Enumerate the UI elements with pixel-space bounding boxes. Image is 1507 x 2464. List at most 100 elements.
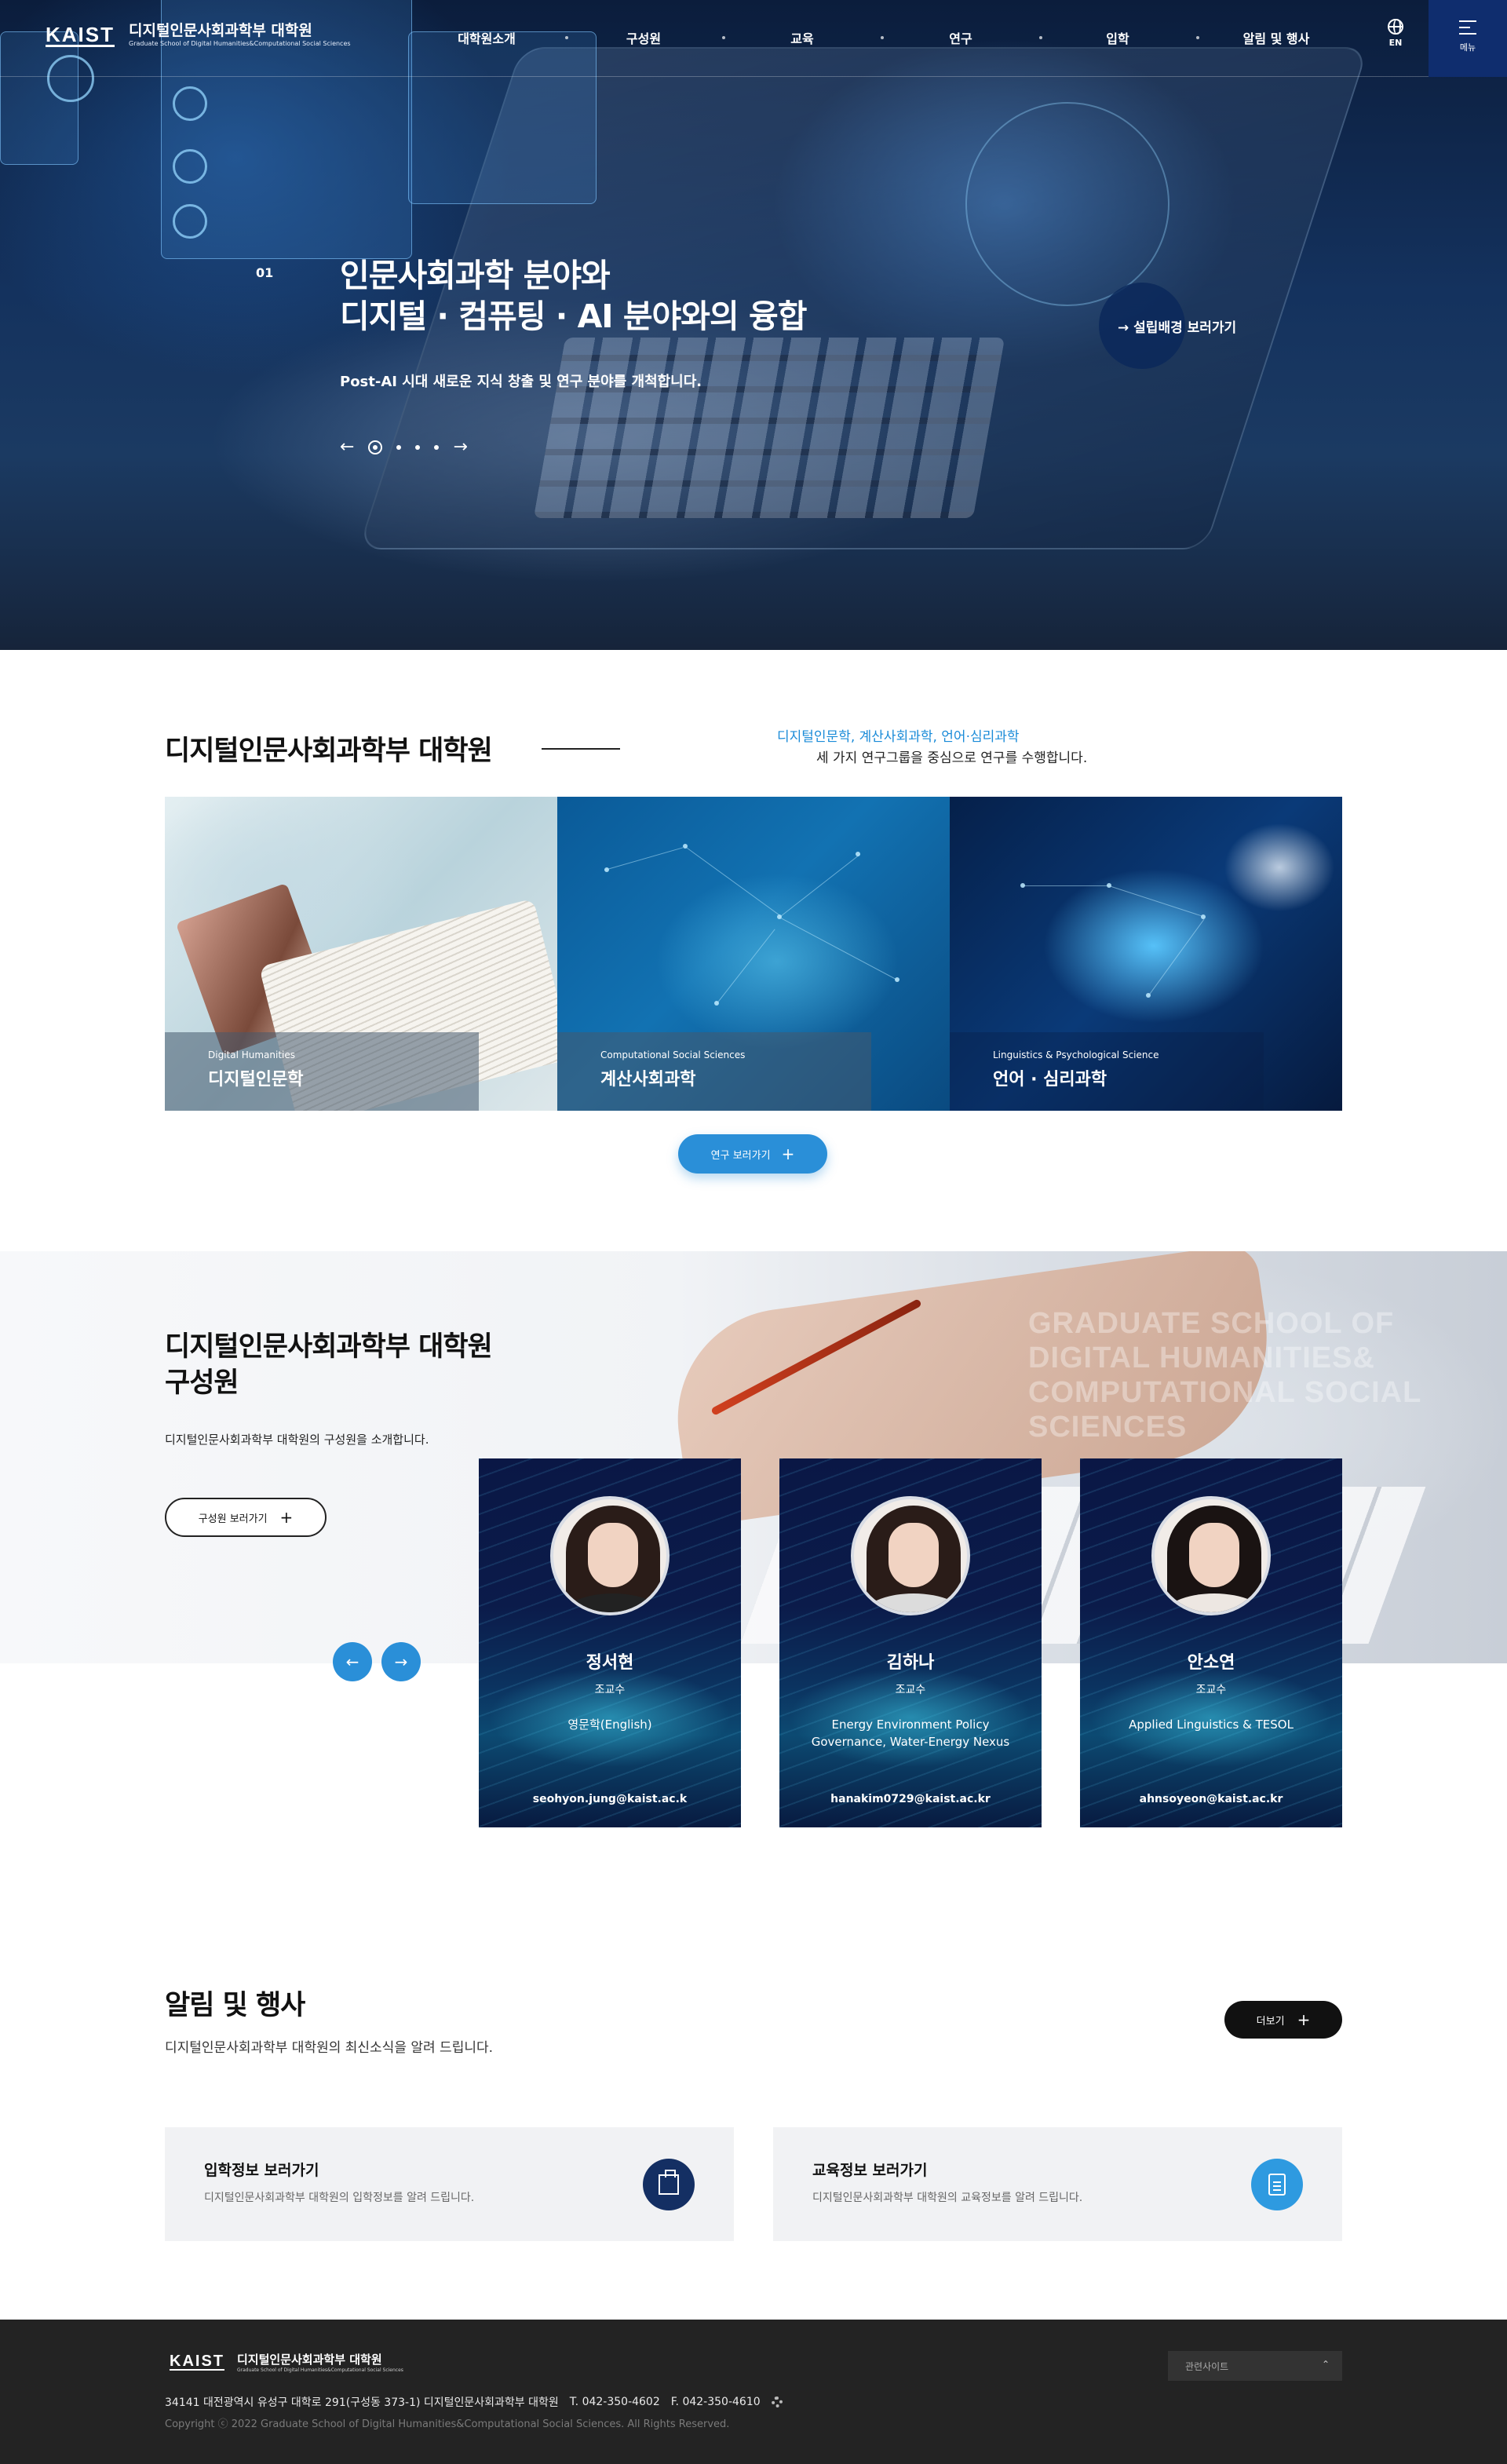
- nav-separator: [565, 36, 568, 39]
- member-field: Applied Linguistics & TESOL: [1129, 1717, 1294, 1732]
- member-email[interactable]: seohyon.jung@kaist.ac.k: [479, 1793, 741, 1805]
- watermark-line: DIGITAL HUMANITIES&: [1028, 1342, 1375, 1374]
- nav-news-events[interactable]: 알림 및 행사: [1243, 28, 1310, 47]
- nav-about[interactable]: 대학원소개: [458, 28, 516, 47]
- hero-banner: KAIST 디지털인문사회과학부 대학원 Graduate School of …: [0, 0, 1507, 650]
- network-line: [1108, 885, 1202, 917]
- gear-icon[interactable]: [771, 2396, 783, 2407]
- nav-admission[interactable]: 입학: [1106, 28, 1129, 47]
- nav-separator: [1039, 36, 1042, 39]
- card-label: Computational Social Sciences 계산사회과학: [557, 1032, 871, 1111]
- avatar-face: [1189, 1523, 1239, 1587]
- building-glyph: [659, 2170, 679, 2195]
- site-logo[interactable]: KAIST 디지털인문사회과학부 대학원 Graduate School of …: [46, 22, 351, 49]
- address-text: 34141 대전광역시 유성구 대학로 291(구성동 373-1) 디지털인문…: [165, 2396, 559, 2409]
- view-research-button[interactable]: 연구 보러가기 +: [678, 1134, 827, 1174]
- slide-dot[interactable]: [396, 445, 402, 450]
- member-name: 김하나: [886, 1653, 935, 1673]
- research-card-linguistics-psychology[interactable]: Linguistics & Psychological Science 언어 ·…: [950, 797, 1342, 1111]
- member-card[interactable]: 안소연 조교수 Applied Linguistics & TESOL ahns…: [1080, 1458, 1342, 1827]
- footer-logo-title: 디지털인문사회과학부 대학원: [237, 2353, 382, 2367]
- logo-subtitle: Graduate School of Digital Humanities&Co…: [129, 40, 351, 47]
- plus-icon: +: [781, 1144, 795, 1163]
- research-cards: Digital Humanities 디지털인문학 Computational …: [165, 797, 1342, 1111]
- member-role: 조교수: [1195, 1684, 1227, 1696]
- card-label-en: Digital Humanities: [208, 1049, 296, 1060]
- research-groups-text: 세 가지 연구그룹을 중심으로 연구를 수행합니다.: [816, 750, 1088, 766]
- logo-title: 디지털인문사회과학부 대학원: [129, 22, 312, 39]
- research-card-computational-social-sciences[interactable]: Computational Social Sciences 계산사회과학: [557, 797, 950, 1111]
- slide-dot-active[interactable]: [368, 440, 383, 454]
- view-members-label: 구성원 보러가기: [198, 1513, 268, 1525]
- plus-icon: +: [1297, 2010, 1311, 2029]
- slide-number: 01: [256, 265, 274, 280]
- hamburger-icon: [1459, 20, 1476, 35]
- menu-button[interactable]: 메뉴: [1429, 0, 1507, 77]
- hero-title: 인문사회과학 분야와 디지털 · 컴퓨팅 · AI 분야와의 융합: [340, 255, 807, 337]
- people-title: 디지털인문사회과학부 대학원 구성원: [165, 1329, 493, 1401]
- slide-dot[interactable]: [434, 445, 440, 450]
- admission-info-box[interactable]: 입학정보 보러가기 디지털인문사회과학부 대학원의 입학정보를 알려 드립니다.: [165, 2127, 734, 2241]
- view-members-button[interactable]: 구성원 보러가기 +: [165, 1498, 327, 1537]
- slide-dot[interactable]: [415, 445, 421, 450]
- background-story-button[interactable]: → 설립배경 보러가기: [1099, 283, 1236, 369]
- background-story-label: → 설립배경 보러가기: [1118, 319, 1237, 336]
- hero-subtitle: Post-AI 시대 새로운 지식 창출 및 연구 분야를 개척합니다.: [340, 374, 702, 390]
- language-switch[interactable]: EN: [1377, 19, 1414, 48]
- avatar-face: [889, 1523, 939, 1587]
- footer-logo-subtitle: Graduate School of Digital Humanities&Co…: [237, 2367, 403, 2373]
- people-title-line: 구성원: [165, 1367, 239, 1399]
- hero-title-line: 디지털 · 컴퓨팅 · AI 분야와의 융합: [340, 298, 807, 335]
- card-label-ko: 언어 · 심리과학: [993, 1070, 1107, 1090]
- member-name: 안소연: [1187, 1653, 1235, 1673]
- watermark-line: GRADUATE SCHOOL OF: [1028, 1307, 1395, 1340]
- nav-members[interactable]: 구성원: [626, 28, 661, 47]
- nav-separator: [1196, 36, 1199, 39]
- slider-controls: ← →: [340, 439, 468, 456]
- member-role: 조교수: [594, 1684, 626, 1696]
- member-email[interactable]: hanakim0729@kaist.ac.kr: [779, 1793, 1042, 1805]
- member-role: 조교수: [895, 1684, 926, 1696]
- more-button[interactable]: 더보기 +: [1224, 2001, 1342, 2039]
- members-prev-button[interactable]: ←: [333, 1642, 372, 1681]
- main-nav: 대학원소개 구성원 교육 연구 입학 알림 및 행사: [408, 28, 1350, 47]
- footer-logo-text: 디지털인문사회과학부 대학원 Graduate School of Digita…: [237, 2351, 403, 2373]
- nav-research[interactable]: 연구: [949, 28, 972, 47]
- kaist-logo-mark: KAIST: [170, 2353, 224, 2371]
- footer-logo: KAIST 디지털인문사회과학부 대학원 Graduate School of …: [170, 2351, 403, 2373]
- holo-ring: [173, 86, 207, 121]
- member-email[interactable]: ahnsoyeon@kaist.ac.kr: [1080, 1793, 1342, 1805]
- slide-next-button[interactable]: →: [453, 439, 467, 456]
- holo-ring: [173, 204, 207, 239]
- nav-education[interactable]: 교육: [790, 28, 813, 47]
- menu-label: 메뉴: [1459, 42, 1476, 53]
- copyright: Copyright ⓒ 2022 Graduate School of Digi…: [165, 2418, 730, 2430]
- title-divider: [542, 748, 620, 750]
- network-line: [684, 846, 781, 916]
- slide-prev-button[interactable]: ←: [340, 439, 354, 456]
- network-line: [1148, 918, 1205, 996]
- education-info-box[interactable]: 교육정보 보러가기 디지털인문사회과학부 대학원의 교육정보를 알려 드립니다.: [773, 2127, 1342, 2241]
- more-label: 더보기: [1256, 2015, 1285, 2028]
- research-card-digital-humanities[interactable]: Digital Humanities 디지털인문학: [165, 797, 557, 1111]
- network-line: [717, 929, 775, 1004]
- fax-text: F. 042-350-4610: [670, 2396, 761, 2408]
- card-label: Digital Humanities 디지털인문학: [165, 1032, 479, 1111]
- people-description: 디지털인문사회과학부 대학원의 구성원을 소개합니다.: [165, 1433, 429, 1447]
- phone-text: T. 042-350-4602: [569, 2396, 660, 2408]
- kaist-logo-mark: KAIST: [46, 22, 115, 47]
- member-card[interactable]: 정서현 조교수 영문학(English) seohyon.jung@kaist.…: [479, 1458, 741, 1827]
- building-icon: [643, 2159, 695, 2210]
- members-next-button[interactable]: →: [381, 1642, 421, 1681]
- member-card[interactable]: 김하나 조교수 Energy Environment Policy Govern…: [779, 1458, 1042, 1827]
- member-name: 정서현: [586, 1653, 634, 1673]
- watermark-line: COMPUTATIONAL SOCIAL SCIENCES: [1028, 1376, 1421, 1444]
- background-watermark-text: GRADUATE SCHOOL OF DIGITAL HUMANITIES& C…: [1028, 1306, 1507, 1444]
- holo-ring: [965, 102, 1169, 306]
- footer: KAIST 디지털인문사회과학부 대학원 Graduate School of …: [0, 2320, 1507, 2464]
- family-site-select[interactable]: 관련사이트 ⌃: [1168, 2351, 1342, 2381]
- card-label: Linguistics & Psychological Science 언어 ·…: [950, 1032, 1264, 1111]
- avatar: [550, 1496, 670, 1615]
- chevron-up-icon: ⌃: [1321, 2359, 1330, 2370]
- network-line: [779, 917, 898, 980]
